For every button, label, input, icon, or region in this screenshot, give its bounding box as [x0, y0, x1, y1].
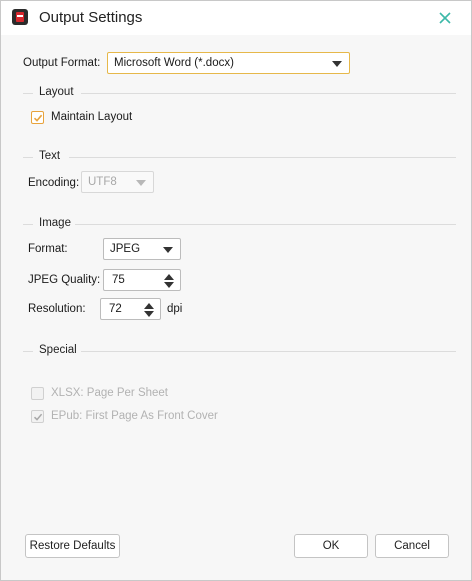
special-section-title: Special [39, 344, 77, 356]
image-format-select[interactable]: JPEG [103, 238, 181, 260]
layout-section-title: Layout [39, 86, 74, 98]
checkmark-icon [33, 413, 43, 421]
encoding-select: UTF8 [81, 171, 154, 193]
divider [69, 157, 456, 158]
divider [75, 224, 456, 225]
output-format-label: Output Format: [23, 57, 101, 69]
output-format-value: Microsoft Word (*.docx) [114, 57, 234, 69]
output-format-select[interactable]: Microsoft Word (*.docx) [107, 52, 350, 74]
spin-down-icon[interactable] [164, 282, 174, 288]
jpeg-quality-spinbox[interactable]: 75 [103, 269, 181, 291]
jpeg-quality-value: 75 [112, 274, 125, 286]
title-bar: Output Settings [1, 1, 471, 35]
text-section-title: Text [39, 150, 61, 162]
encoding-value: UTF8 [88, 176, 117, 188]
divider [23, 157, 33, 158]
chevron-down-icon [163, 247, 173, 253]
epub-front-cover-checkbox [31, 410, 44, 423]
output-settings-dialog: Output Settings Output Format: Microsoft… [0, 0, 472, 581]
divider [81, 351, 456, 352]
resolution-value: 72 [109, 303, 122, 315]
pdf-app-icon [12, 9, 28, 25]
spin-up-icon[interactable] [144, 303, 154, 309]
ok-button[interactable]: OK [294, 534, 368, 558]
divider [23, 351, 33, 352]
spin-down-icon[interactable] [144, 311, 154, 317]
image-section-title: Image [39, 217, 71, 229]
divider [81, 93, 456, 94]
cancel-button[interactable]: Cancel [375, 534, 449, 558]
spin-up-icon[interactable] [164, 274, 174, 280]
encoding-label: Encoding: [28, 177, 80, 189]
maintain-layout-label: Maintain Layout [51, 111, 133, 123]
dialog-title: Output Settings [39, 9, 143, 26]
checkmark-icon [33, 114, 43, 122]
image-format-label: Format: [28, 243, 68, 255]
resolution-unit: dpi [167, 303, 183, 315]
image-format-value: JPEG [110, 243, 141, 255]
xlsx-page-per-sheet-label: XLSX: Page Per Sheet [51, 387, 168, 399]
resolution-label: Resolution: [28, 303, 86, 315]
chevron-down-icon [136, 180, 146, 186]
xlsx-page-per-sheet-checkbox [31, 387, 44, 400]
epub-front-cover-label: EPub: First Page As Front Cover [51, 410, 218, 422]
maintain-layout-checkbox[interactable] [31, 111, 44, 124]
divider [23, 224, 33, 225]
jpeg-quality-label: JPEG Quality: [28, 274, 101, 286]
restore-defaults-button[interactable]: Restore Defaults [25, 534, 120, 558]
chevron-down-icon [332, 61, 342, 67]
close-icon[interactable] [437, 10, 453, 26]
resolution-spinbox[interactable]: 72 [100, 298, 161, 320]
divider [23, 93, 33, 94]
